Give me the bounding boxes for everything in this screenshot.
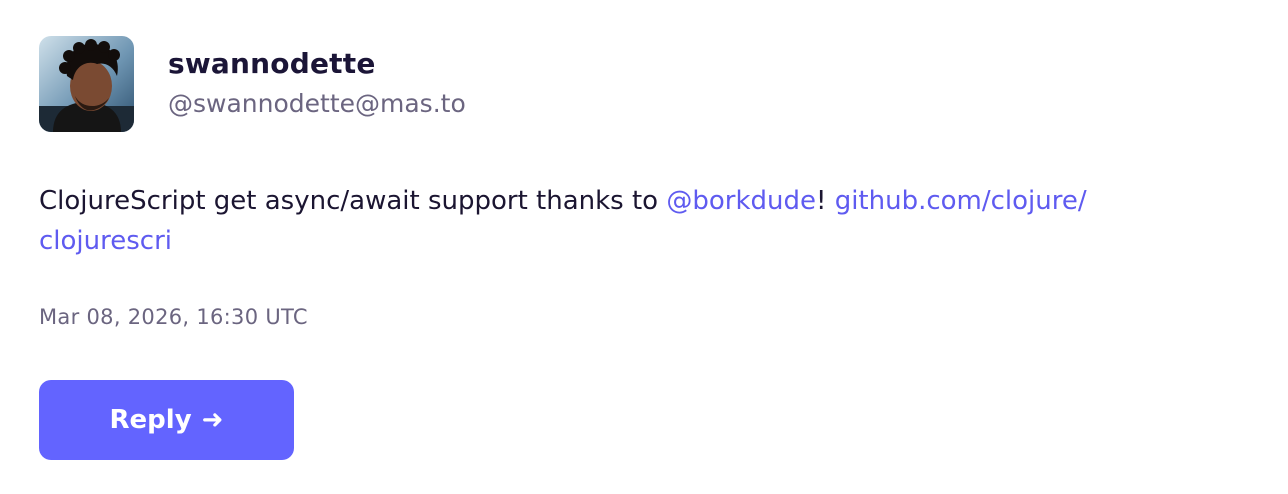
post-timestamp: Mar 08, 2026, 16:30 UTC	[39, 305, 308, 329]
reply-button[interactable]: Reply ➜	[39, 380, 294, 460]
mention-link[interactable]: @borkdude	[666, 186, 816, 216]
account-handle[interactable]: @swannodette@mas.to	[168, 89, 466, 119]
arrow-right-icon: ➜	[201, 405, 224, 435]
display-name[interactable]: swannodette	[168, 47, 466, 81]
post-text-suffix: !	[816, 186, 835, 216]
account-names: swannodette @swannodette@mas.to	[168, 36, 466, 119]
reply-label: Reply	[109, 405, 192, 435]
post-header: swannodette @swannodette@mas.to	[39, 36, 466, 132]
post-card: swannodette @swannodette@mas.to ClojureS…	[0, 0, 1288, 494]
link-text-line1: github.com/clojure/	[834, 186, 1087, 216]
post-content: ClojureScript get async/await support th…	[39, 181, 1219, 261]
post-text: ClojureScript get async/await support th…	[39, 186, 667, 216]
link-text-line2: clojurescri	[39, 226, 172, 256]
avatar[interactable]	[39, 36, 134, 132]
